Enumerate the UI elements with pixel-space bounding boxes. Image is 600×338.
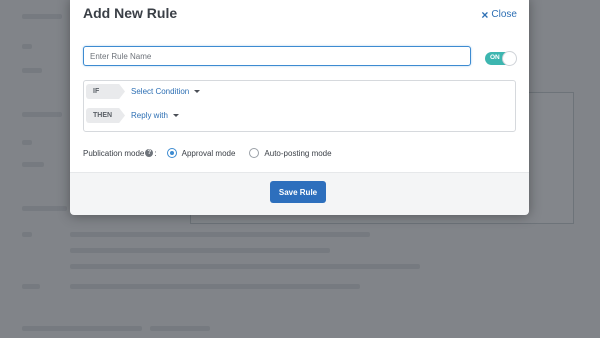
caret-down-icon xyxy=(172,114,179,117)
rule-active-toggle[interactable]: ON xyxy=(485,51,517,66)
publication-mode: Publication mode ? : Approval mode Auto-… xyxy=(83,148,332,158)
rule-conditions-box: IF Select Condition THEN Reply with xyxy=(83,80,516,132)
toggle-label: ON xyxy=(490,54,500,61)
modal-title: Add New Rule xyxy=(83,5,178,21)
publication-mode-colon: : xyxy=(154,148,157,158)
reply-with-label: Reply with xyxy=(131,111,168,120)
toggle-knob xyxy=(502,51,517,66)
if-row: IF Select Condition xyxy=(86,84,201,99)
caret-down-icon xyxy=(194,90,201,93)
then-tag: THEN xyxy=(86,108,125,123)
then-row: THEN Reply with xyxy=(86,108,179,123)
select-condition-dropdown[interactable]: Select Condition xyxy=(131,87,201,96)
help-icon[interactable]: ? xyxy=(145,149,154,157)
rule-name-input[interactable] xyxy=(83,46,471,66)
auto-posting-mode-label: Auto-posting mode xyxy=(264,148,332,158)
reply-with-dropdown[interactable]: Reply with xyxy=(131,111,179,120)
if-tag: IF xyxy=(86,84,125,99)
close-label: Close xyxy=(491,9,517,20)
close-icon: × xyxy=(481,7,489,22)
select-condition-label: Select Condition xyxy=(131,87,190,96)
add-rule-modal: Add New Rule × Close ON IF Select Condit… xyxy=(70,0,529,215)
approval-mode-label: Approval mode xyxy=(181,148,236,158)
auto-posting-mode-radio[interactable] xyxy=(249,148,260,158)
auto-posting-mode-option[interactable]: Auto-posting mode xyxy=(249,148,332,158)
close-button[interactable]: × Close xyxy=(481,7,517,22)
approval-mode-radio[interactable] xyxy=(166,148,177,158)
save-rule-button[interactable]: Save Rule xyxy=(270,181,326,203)
approval-mode-option[interactable]: Approval mode xyxy=(166,148,236,158)
publication-mode-label: Publication mode xyxy=(83,148,145,158)
